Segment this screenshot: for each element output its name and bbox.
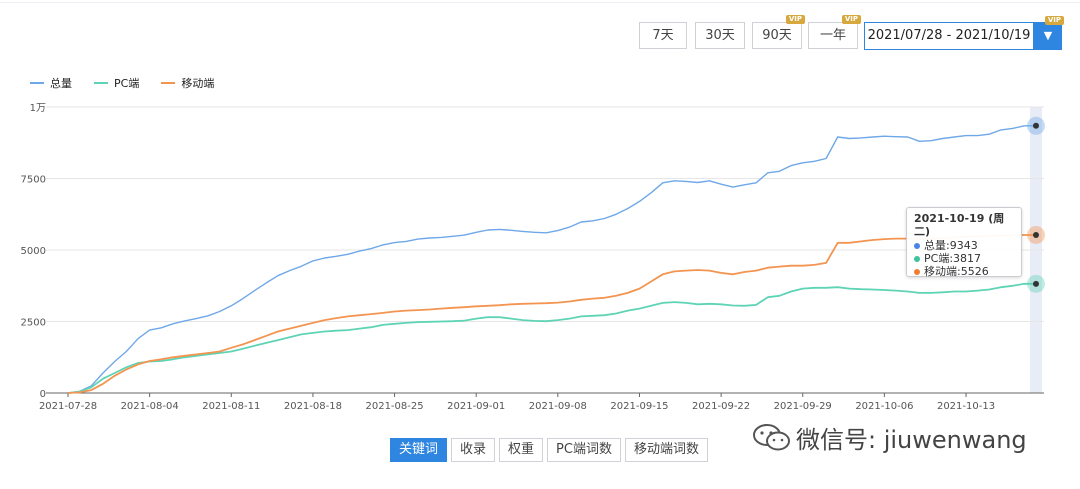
x-tick-label: 2021-07-28 — [39, 401, 97, 412]
tab-weight[interactable]: 权重 — [499, 438, 544, 462]
tooltip-value-pc: PC端:3817 — [924, 252, 982, 265]
chart-tooltip: 2021-10-19 (周二) 总量:9343 PC端:3817 移动端:552… — [906, 207, 1022, 278]
x-tick-label: 2021-09-15 — [610, 401, 668, 412]
watermark: 微信号: jiuwenwang — [752, 420, 1027, 455]
tooltip-dot-mobile — [914, 268, 920, 275]
x-tick-label: 2021-08-04 — [121, 401, 179, 412]
x-tick-label: 2021-09-29 — [774, 401, 832, 412]
tab-mobile-words[interactable]: 移动端词数 — [624, 438, 708, 462]
tab-indexed[interactable]: 收录 — [451, 438, 496, 462]
series-line-pc — [67, 282, 1036, 394]
tab-keywords[interactable]: 关键词 — [390, 438, 448, 462]
x-tick-label: 2021-08-18 — [284, 401, 342, 412]
x-tick-label: 2021-09-22 — [692, 401, 750, 412]
endpoint-dot-mobile — [1033, 231, 1039, 238]
x-tick-label: 2021-08-25 — [365, 401, 423, 412]
x-tick-label: 2021-08-11 — [202, 401, 260, 412]
tooltip-value-mobile: 移动端:5526 — [924, 265, 989, 278]
wechat-icon — [753, 423, 790, 450]
tooltip-value-total: 总量:9343 — [924, 239, 978, 252]
y-tick-label: 0 — [40, 389, 46, 400]
tooltip-row-mobile: 移动端:5526 — [914, 265, 1014, 278]
endpoint-dot-total — [1033, 122, 1039, 129]
x-tick-label: 2021-10-13 — [937, 401, 995, 412]
tooltip-dot-pc — [914, 255, 920, 262]
x-tick-label: 2021-10-06 — [855, 401, 913, 412]
tooltip-dot-total — [914, 242, 920, 249]
y-tick-label: 1万 — [30, 103, 46, 114]
y-tick-label: 5000 — [21, 246, 46, 257]
tooltip-title: 2021-10-19 (周二) — [914, 212, 1005, 238]
y-tick-label: 7500 — [21, 175, 46, 186]
tooltip-row-total: 总量:9343 — [914, 239, 1014, 252]
y-tick-label: 2500 — [21, 318, 46, 329]
x-tick-label: 2021-09-08 — [529, 401, 587, 412]
tooltip-row-pc: PC端:3817 — [914, 252, 1014, 265]
tab-pc-words[interactable]: PC端词数 — [547, 438, 621, 462]
watermark-text: 微信号: jiuwenwang — [796, 426, 1027, 454]
metric-tabs: 关键词 收录 权重 PC端词数 移动端词数 — [390, 438, 708, 462]
endpoint-dot-pc — [1033, 280, 1039, 287]
x-tick-label: 2021-09-01 — [447, 401, 505, 412]
